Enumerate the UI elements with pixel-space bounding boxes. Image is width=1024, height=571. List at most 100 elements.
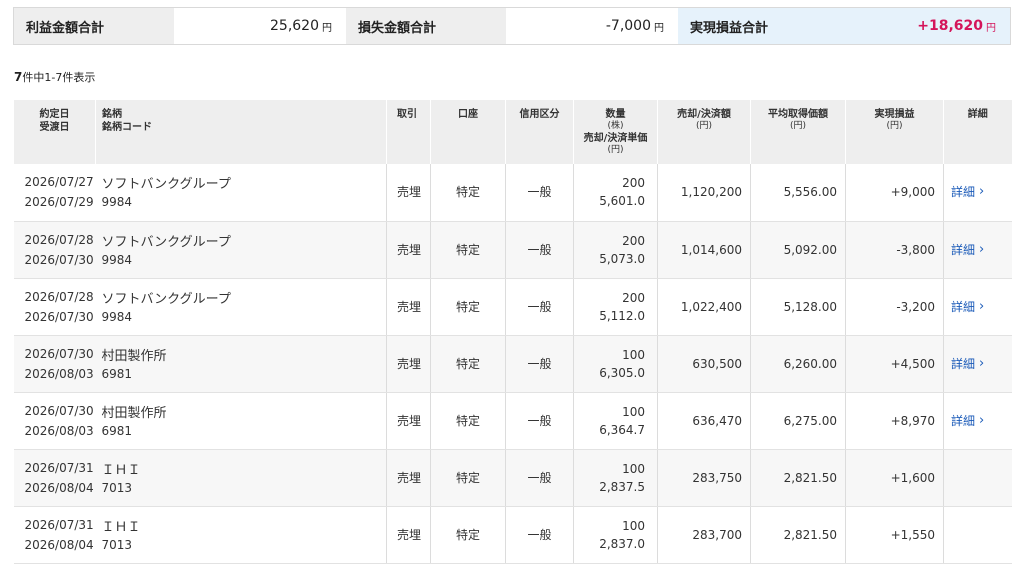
header-settle-date: 受渡日 xyxy=(39,122,70,133)
stock-cell: ソフトバンクグループ 9984 xyxy=(95,278,387,336)
avg-cost: 2,821.50 xyxy=(750,506,846,564)
header-pl: 実現損益 (円) xyxy=(845,100,944,164)
settle-amount: 1,014,600 xyxy=(657,221,751,279)
date-cell: 2026/07/27 2026/07/29 xyxy=(13,164,96,222)
settle-date: 2026/08/03 xyxy=(24,366,94,381)
chevron-right-icon: › xyxy=(979,241,985,257)
detail-link[interactable]: 詳細 › xyxy=(951,240,984,260)
detail-link[interactable]: 詳細 › xyxy=(951,297,984,317)
trade-type: 売埋 xyxy=(386,506,431,564)
margin-type: 一般 xyxy=(505,449,574,507)
detail-link-label: 詳細 xyxy=(951,185,976,200)
chevron-right-icon: › xyxy=(979,355,985,371)
qty-cell: 100 2,837.5 xyxy=(573,449,658,507)
header-detail: 詳細 xyxy=(943,100,1012,164)
trade-type: 売埋 xyxy=(386,164,431,222)
table-row: 2026/07/28 2026/07/30 ソフトバンクグループ 9984 売埋… xyxy=(13,221,1012,279)
trade-date: 2026/07/31 xyxy=(24,517,94,532)
account-type: 特定 xyxy=(430,335,506,393)
settle-date: 2026/08/04 xyxy=(24,537,94,552)
header-amount: 売却/決済額 (円) xyxy=(657,100,751,164)
margin-type: 一般 xyxy=(505,335,574,393)
settle-price: 5,601.0 xyxy=(599,194,645,209)
stock-cell: ソフトバンクグループ 9984 xyxy=(95,221,387,279)
date-cell: 2026/07/30 2026/08/03 xyxy=(13,392,96,450)
settle-date: 2026/08/04 xyxy=(24,480,94,495)
quantity: 200 xyxy=(622,233,645,248)
avg-cost: 5,128.00 xyxy=(750,278,846,336)
settle-price: 6,305.0 xyxy=(599,365,645,380)
detail-link-label: 詳細 xyxy=(951,242,976,257)
quantity: 100 xyxy=(622,404,645,419)
avg-cost: 6,275.00 xyxy=(750,392,846,450)
account-type: 特定 xyxy=(430,164,506,222)
loss-total-label: 損失金額合計 xyxy=(346,8,506,44)
detail-link[interactable]: 詳細 › xyxy=(951,182,984,202)
settle-price: 2,837.5 xyxy=(599,479,645,494)
settle-amount: 283,750 xyxy=(657,449,751,507)
qty-cell: 200 5,073.0 xyxy=(573,221,658,279)
settle-amount: 1,022,400 xyxy=(657,278,751,336)
header-pl-unit: (円) xyxy=(886,121,903,131)
detail-link-label: 詳細 xyxy=(951,413,976,428)
detail-cell: 詳細 › xyxy=(943,164,1012,222)
account-type: 特定 xyxy=(430,506,506,564)
realized-pl: +8,970 xyxy=(845,392,944,450)
trade-type: 売埋 xyxy=(386,449,431,507)
stock-cell: ＩＨＩ 7013 xyxy=(95,506,387,564)
detail-cell: 詳細 › xyxy=(943,335,1012,393)
trade-date: 2026/07/30 xyxy=(24,403,94,418)
settle-amount: 283,700 xyxy=(657,506,751,564)
trade-type: 売埋 xyxy=(386,392,431,450)
yen-unit: 円 xyxy=(654,22,664,34)
header-margin: 信用区分 xyxy=(505,100,574,164)
table-row: 2026/07/30 2026/08/03 村田製作所 6981 売埋 特定 一… xyxy=(13,335,1012,393)
margin-type: 一般 xyxy=(505,164,574,222)
stock-cell: ソフトバンクグループ 9984 xyxy=(95,164,387,222)
settle-date: 2026/08/03 xyxy=(24,423,94,438)
date-cell: 2026/07/28 2026/07/30 xyxy=(13,278,96,336)
quantity: 100 xyxy=(622,518,645,533)
stock-cell: 村田製作所 6981 xyxy=(95,335,387,393)
realized-pl: +9,000 xyxy=(845,164,944,222)
yen-unit: 円 xyxy=(986,22,996,34)
detail-link[interactable]: 詳細 › xyxy=(951,411,984,431)
detail-link[interactable]: 詳細 › xyxy=(951,354,984,374)
margin-type: 一般 xyxy=(505,278,574,336)
settle-date: 2026/07/30 xyxy=(24,309,94,324)
trade-date: 2026/07/30 xyxy=(24,346,94,361)
stock-name: ソフトバンクグループ xyxy=(101,177,231,193)
detail-link-label: 詳細 xyxy=(951,356,976,371)
date-cell: 2026/07/31 2026/08/04 xyxy=(13,506,96,564)
qty-cell: 200 5,112.0 xyxy=(573,278,658,336)
quantity: 100 xyxy=(622,347,645,362)
stock-cell: ＩＨＩ 7013 xyxy=(95,449,387,507)
detail-cell: 詳細 › xyxy=(943,278,1012,336)
profit-total-amount: 25,620 xyxy=(270,18,319,34)
stock-name: 村田製作所 xyxy=(101,405,167,421)
realized-total-value: +18,620 円 xyxy=(838,8,1010,44)
avg-cost: 5,556.00 xyxy=(750,164,846,222)
header-avg: 平均取得価額 (円) xyxy=(750,100,846,164)
table-row: 2026/07/31 2026/08/04 ＩＨＩ 7013 売埋 特定 一般 … xyxy=(13,449,1012,507)
header-avg-label: 平均取得価額 xyxy=(768,109,828,120)
settle-amount: 1,120,200 xyxy=(657,164,751,222)
realized-pl-table: 約定日 受渡日 銘柄 銘柄コード 取引 口座 信用区分 数量 (株) 売却/決済… xyxy=(13,100,1012,564)
settle-amount: 630,500 xyxy=(657,335,751,393)
header-type: 取引 xyxy=(386,100,431,164)
header-amount-unit: (円) xyxy=(695,121,713,131)
detail-cell: 詳細 › xyxy=(943,221,1012,279)
account-type: 特定 xyxy=(430,278,506,336)
detail-cell: 詳細 › xyxy=(943,392,1012,450)
stock-name: ソフトバンクグループ xyxy=(101,234,231,250)
qty-cell: 200 5,601.0 xyxy=(573,164,658,222)
qty-cell: 100 6,305.0 xyxy=(573,335,658,393)
table-row: 2026/07/27 2026/07/29 ソフトバンクグループ 9984 売埋… xyxy=(13,164,1012,222)
stock-code: 6981 xyxy=(101,423,133,438)
realized-pl: +1,600 xyxy=(845,449,944,507)
settle-date: 2026/07/29 xyxy=(24,195,94,210)
stock-name: ソフトバンクグループ xyxy=(101,291,231,307)
header-account: 口座 xyxy=(430,100,506,164)
header-name: 銘柄 銘柄コード xyxy=(95,100,387,164)
realized-total-amount: +18,620 xyxy=(917,18,983,34)
